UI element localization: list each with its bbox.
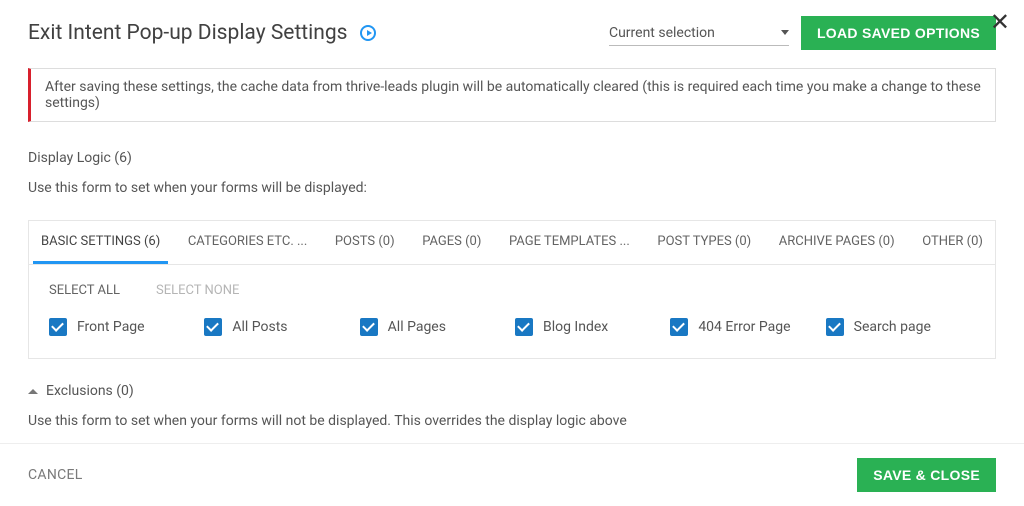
select-value: Current selection [609,25,715,41]
option-label: All Posts [232,319,287,335]
display-logic-subheading: Use this form to set when your forms wil… [28,180,996,196]
checkbox-icon [204,318,222,336]
select-controls: SELECT ALL SELECT NONE [43,283,981,298]
chevron-up-icon [28,389,38,394]
tab-pages[interactable]: PAGES (0) [414,221,489,264]
tab-archive-pages[interactable]: ARCHIVE PAGES (0) [771,221,903,264]
page-title: Exit Intent Pop-up Display Settings [28,21,348,45]
load-saved-options-button[interactable]: LOAD SAVED OPTIONS [801,16,996,50]
info-alert: After saving these settings, the cache d… [28,68,996,122]
play-icon[interactable] [360,25,376,41]
exclusions-heading: Exclusions (0) [46,383,134,399]
checkbox-icon [515,318,533,336]
tab-basic-settings[interactable]: BASIC SETTINGS (6) [33,221,168,264]
tab-post-types[interactable]: POST TYPES (0) [649,221,759,264]
checkbox-icon [826,318,844,336]
option-404-error[interactable]: 404 Error Page [670,318,825,336]
chevron-down-icon [781,30,789,35]
exclusions-subheading: Use this form to set when your forms wil… [28,413,996,429]
option-label: All Pages [388,319,446,335]
option-label: Search page [854,319,931,335]
select-all-link[interactable]: SELECT ALL [49,283,120,298]
option-label: 404 Error Page [698,319,790,335]
tab-page-templates[interactable]: PAGE TEMPLATES ... [501,221,638,264]
option-all-pages[interactable]: All Pages [360,318,515,336]
exclusions-toggle[interactable]: Exclusions (0) [28,383,996,399]
tab-categories[interactable]: CATEGORIES ETC. ... [180,221,315,264]
options-row: Front Page All Posts All Pages Blog [43,318,981,336]
modal-header: Exit Intent Pop-up Display Settings Curr… [28,8,996,68]
modal-viewport: ✕ Exit Intent Pop-up Display Settings Cu… [0,0,1024,506]
option-label: Blog Index [543,319,608,335]
save-close-button[interactable]: SAVE & CLOSE [857,458,996,492]
modal-scroll[interactable]: Exit Intent Pop-up Display Settings Curr… [0,0,1024,443]
modal-footer: CANCEL SAVE & CLOSE [0,443,1024,506]
display-logic-heading: Display Logic (6) [28,150,996,166]
checkbox-icon [49,318,67,336]
cancel-button[interactable]: CANCEL [28,467,83,483]
saved-options-select[interactable]: Current selection [609,21,789,46]
checkbox-icon [670,318,688,336]
close-icon[interactable]: ✕ [990,10,1010,34]
option-search-page[interactable]: Search page [826,318,981,336]
settings-modal: ✕ Exit Intent Pop-up Display Settings Cu… [0,0,1024,506]
tab-posts[interactable]: POSTS (0) [327,221,403,264]
option-front-page[interactable]: Front Page [49,318,204,336]
tab-other[interactable]: OTHER (0) [914,221,991,264]
checkbox-icon [360,318,378,336]
option-label: Front Page [77,319,145,335]
option-blog-index[interactable]: Blog Index [515,318,670,336]
display-logic-panel: BASIC SETTINGS (6) CATEGORIES ETC. ... P… [28,220,996,359]
option-all-posts[interactable]: All Posts [204,318,359,336]
select-none-link[interactable]: SELECT NONE [156,283,239,298]
tab-bar: BASIC SETTINGS (6) CATEGORIES ETC. ... P… [29,221,995,265]
tab-body-basic: SELECT ALL SELECT NONE Front Page All Po… [29,265,995,358]
